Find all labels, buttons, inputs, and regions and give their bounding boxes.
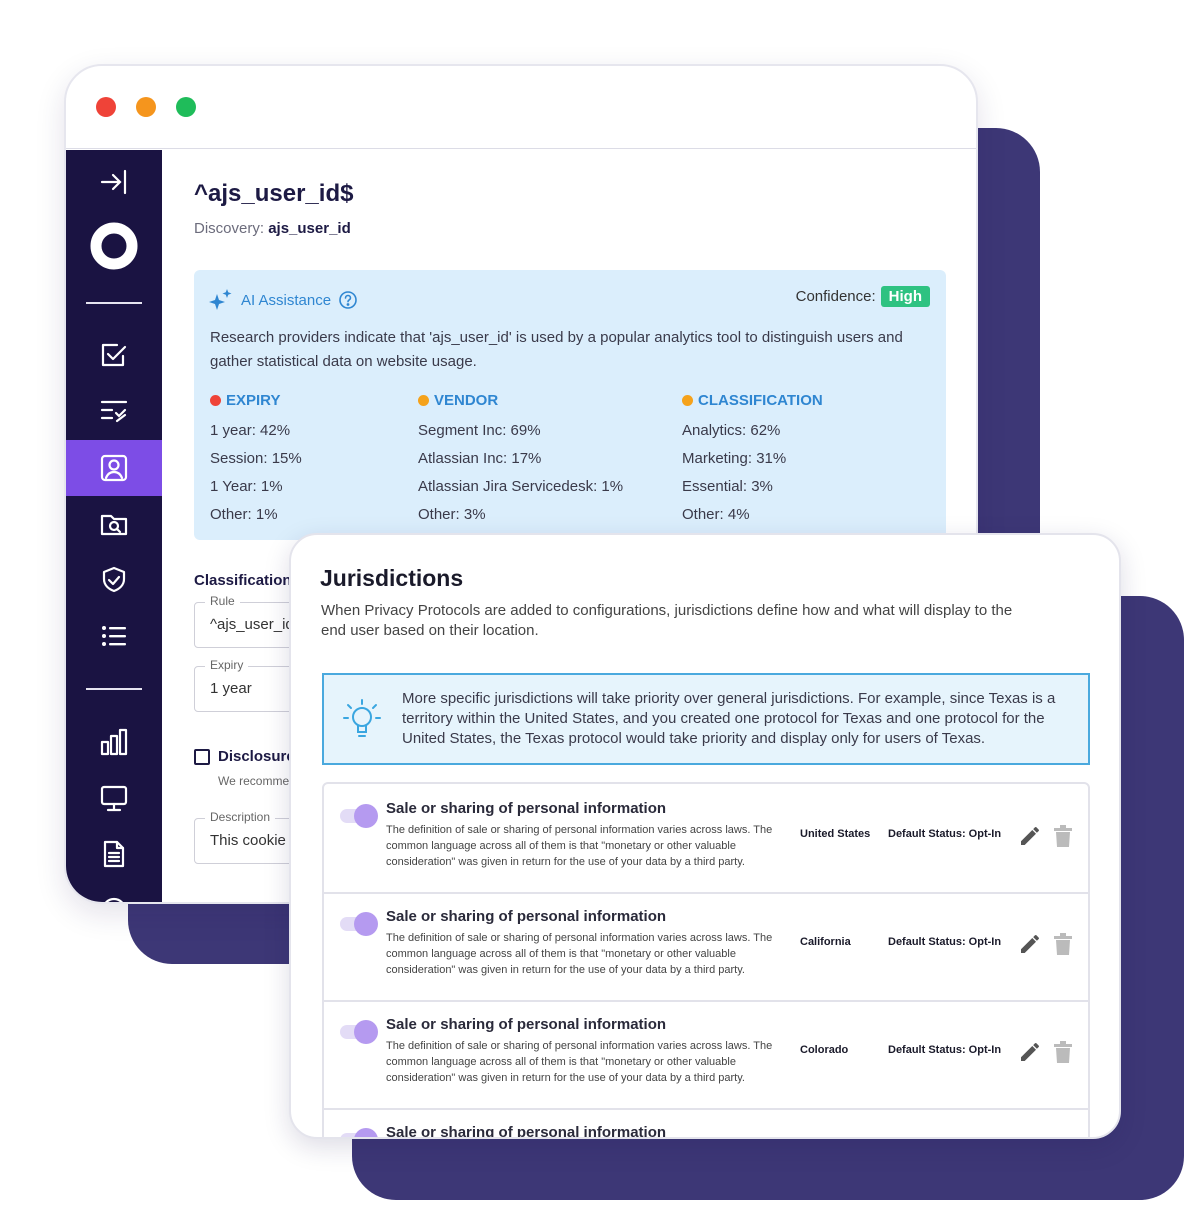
confidence: Confidence: High	[796, 286, 930, 307]
lightbulb-icon	[343, 699, 381, 737]
description-label: Description	[205, 810, 276, 824]
sparkle-icon	[209, 289, 232, 310]
disclosure-checkbox-row[interactable]: Disclosure	[194, 748, 295, 765]
trash-icon[interactable]	[1052, 1040, 1074, 1064]
confidence-label: Confidence:	[795, 288, 876, 305]
enable-toggle[interactable]	[340, 1128, 380, 1137]
classification-row: Other: 4%	[682, 506, 750, 523]
disclosure-label: Disclosure	[218, 748, 295, 765]
jurisdictions-title: Jurisdictions	[320, 565, 464, 591]
disclosure-checkbox[interactable]	[194, 748, 210, 765]
enable-toggle[interactable]	[340, 912, 380, 936]
ai-description: Research providers indicate that 'ajs_us…	[210, 329, 903, 370]
row-title: Sale or sharing of personal information	[386, 908, 667, 925]
row-status: Default Status: Opt-In	[888, 1044, 1002, 1056]
vendor-row: Other: 3%	[418, 506, 486, 523]
window-titlebar	[66, 66, 976, 149]
list-check-icon[interactable]	[66, 382, 162, 438]
document-icon[interactable]	[66, 826, 162, 882]
pencil-icon[interactable]	[1018, 824, 1042, 848]
ai-assistance-header: AI Assistance	[208, 288, 358, 312]
row-description: The definition of sale or sharing of per…	[386, 824, 773, 868]
classification-column: CLASSIFICATION Analytics: 62% Marketing:…	[682, 392, 823, 529]
row-location: United States	[800, 828, 871, 840]
expiry-column: EXPIRY 1 year: 42% Session: 15% 1 Year: …	[210, 392, 302, 529]
discovery-value: ajs_user_id	[268, 220, 351, 237]
classification-row: Analytics: 62%	[682, 422, 781, 439]
enable-toggle[interactable]	[340, 1020, 380, 1044]
row-location: California	[800, 936, 851, 948]
trash-icon[interactable]	[1052, 824, 1074, 848]
pencil-icon[interactable]	[1018, 1040, 1042, 1064]
row-description: The definition of sale or sharing of per…	[386, 1040, 773, 1084]
classification-row: Marketing: 31%	[682, 450, 787, 467]
expiry-field-label: Expiry	[205, 658, 249, 672]
sidebar-divider	[86, 688, 142, 690]
jurisdiction-row[interactable]: Sale or sharing of personal information …	[324, 784, 1088, 894]
sidebar	[66, 150, 162, 902]
row-title: Sale or sharing of personal information	[386, 1124, 667, 1139]
jurisdiction-list: Sale or sharing of personal information …	[322, 782, 1090, 1139]
ai-assistance-label: AI Assistance	[241, 291, 332, 309]
sidebar-divider	[86, 302, 142, 304]
row-description: The definition of sale or sharing of per…	[386, 932, 773, 976]
row-location: Colorado	[800, 1044, 849, 1056]
close-dot[interactable]	[96, 97, 116, 117]
vendor-row: Atlassian Jira Servicedesk: 1%	[418, 478, 624, 495]
description-value: This cookie	[210, 832, 286, 849]
trash-icon[interactable]	[1052, 932, 1074, 956]
ai-assistance-box: AI Assistance Confidence: High Research …	[194, 270, 946, 540]
bar-chart-icon[interactable]	[66, 714, 162, 770]
info-text: More specific jurisdictions will take pr…	[402, 690, 1056, 747]
classification-row: Essential: 3%	[682, 478, 773, 495]
vendor-heading: VENDOR	[434, 392, 499, 409]
row-title: Sale or sharing of personal information	[386, 800, 667, 817]
expiry-row: 1 year: 42%	[210, 422, 291, 439]
classification-dot	[682, 395, 693, 406]
help-icon[interactable]	[338, 290, 358, 310]
row-status: Default Status: Opt-In	[888, 828, 1002, 840]
page-title: ^ajs_user_id$	[194, 180, 354, 207]
classification-heading: CLASSIFICATION	[698, 392, 823, 409]
vendor-row: Segment Inc: 69%	[418, 422, 541, 439]
user-profile-icon[interactable]	[66, 440, 162, 496]
bullet-list-icon[interactable]	[66, 608, 162, 664]
expiry-row: Other: 1%	[210, 506, 278, 523]
jurisdictions-description: When Privacy Protocols are added to conf…	[321, 602, 1013, 639]
expiry-field-value: 1 year	[210, 680, 252, 697]
jurisdiction-row[interactable]: Sale or sharing of personal information …	[324, 1000, 1088, 1110]
vendor-row: Atlassian Inc: 17%	[418, 450, 542, 467]
shield-check-icon[interactable]	[66, 552, 162, 608]
maximize-dot[interactable]	[176, 97, 196, 117]
monitor-icon[interactable]	[66, 770, 162, 826]
jurisdiction-row[interactable]: Sale or sharing of personal information …	[324, 892, 1088, 1002]
vendor-dot	[418, 395, 429, 406]
folder-search-icon[interactable]	[66, 496, 162, 552]
vendor-column: VENDOR Segment Inc: 69% Atlassian Inc: 1…	[418, 392, 623, 529]
jurisdictions-panel: Jurisdictions When Privacy Protocols are…	[289, 533, 1121, 1139]
jurisdiction-row[interactable]: Sale or sharing of personal information	[324, 1108, 1088, 1139]
expiry-row: 1 Year: 1%	[210, 478, 283, 495]
collapse-icon[interactable]	[66, 154, 162, 210]
expiry-row: Session: 15%	[210, 450, 302, 467]
row-status: Default Status: Opt-In	[888, 936, 1002, 948]
discovery-line: Discovery: ajs_user_id	[194, 220, 351, 237]
discovery-label: Discovery:	[194, 220, 265, 237]
expiry-heading: EXPIRY	[226, 392, 281, 409]
minimize-dot[interactable]	[136, 97, 156, 117]
section-title: Classification	[194, 572, 292, 589]
enable-toggle[interactable]	[340, 804, 380, 828]
settings-icon[interactable]	[66, 882, 162, 902]
row-title: Sale or sharing of personal information	[386, 1016, 667, 1033]
pencil-icon[interactable]	[1018, 932, 1042, 956]
info-callout: More specific jurisdictions will take pr…	[322, 673, 1090, 765]
confidence-badge: High	[880, 286, 930, 307]
expiry-dot	[210, 395, 221, 406]
rule-label: Rule	[205, 594, 240, 608]
checklist-icon[interactable]	[66, 328, 162, 384]
logo-ring-icon[interactable]	[66, 218, 162, 274]
